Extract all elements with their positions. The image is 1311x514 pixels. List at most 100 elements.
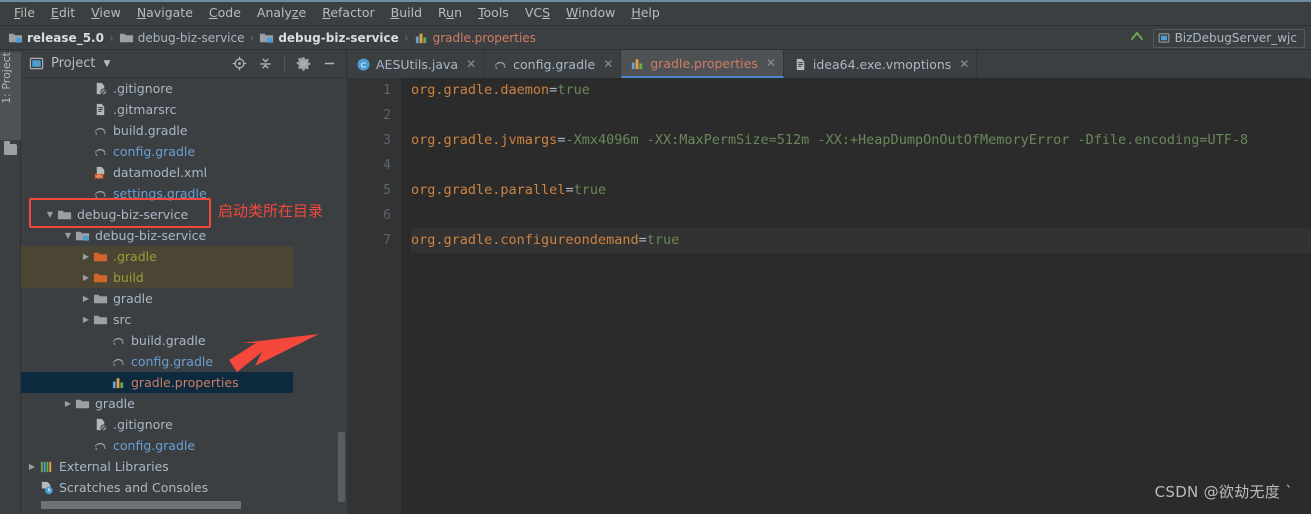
menu-item-window[interactable]: Window [558, 3, 623, 22]
close-icon[interactable]: ✕ [766, 56, 776, 70]
tree-row-label: Scratches and Consoles [59, 480, 209, 495]
menu-item-analyze[interactable]: Analyze [249, 3, 314, 22]
tree-row-label: gradle [95, 396, 135, 411]
menu-item-navigate[interactable]: Navigate [129, 3, 201, 22]
editor-tab[interactable]: config.gradle ✕ [484, 50, 622, 78]
run-configuration-selector[interactable]: BizDebugServer_wjc [1152, 28, 1305, 48]
menu-item-help[interactable]: Help [623, 3, 668, 22]
code-line[interactable] [411, 203, 1311, 228]
tree-row[interactable]: ▶ External Libraries [21, 456, 293, 477]
locate-icon[interactable] [232, 56, 247, 71]
code-line[interactable]: org.gradle.configureondemand=true [411, 228, 1311, 253]
editor-text[interactable]: org.gradle.daemon=true org.gradle.jvmarg… [401, 78, 1311, 514]
chevron-down-icon[interactable]: ▼ [43, 210, 57, 219]
chevron-down-icon[interactable]: ▼ [61, 231, 75, 240]
libraries-icon [40, 461, 52, 473]
properties-file-icon [414, 30, 429, 45]
tree-row[interactable]: ▼ debug-biz-service [21, 225, 293, 246]
editor-tab[interactable]: idea64.exe.vmoptions ✕ [784, 50, 978, 78]
tree-row[interactable]: ▶ gradle [21, 393, 293, 414]
tree-row[interactable]: gradle.properties [21, 372, 293, 393]
property-value: -Xmx4096m -XX:MaxPermSize=512m -XX:+Heap… [565, 132, 1249, 148]
breadcrumb-item-0[interactable]: release_5.0 [8, 30, 104, 45]
folder-icon[interactable] [4, 141, 17, 155]
tree-row[interactable]: Scratches and Consoles [21, 477, 293, 498]
tree-row[interactable]: .gitignore [21, 78, 293, 99]
breadcrumb-item-2[interactable]: debug-biz-service [259, 30, 399, 45]
gradle-icon [112, 337, 124, 345]
code-editor[interactable]: 1234567 org.gradle.daemon=true org.gradl… [347, 78, 1311, 514]
tree-row[interactable]: config.gradle [21, 351, 293, 372]
run-config-icon [1158, 29, 1170, 48]
tree-row[interactable]: config.gradle [21, 141, 293, 162]
menu-item-file[interactable]: File [6, 3, 43, 22]
scrollbar-thumb[interactable] [41, 501, 241, 509]
tree-row[interactable]: ▶ .gradle [21, 246, 293, 267]
breadcrumb-item-3[interactable]: gradle.properties [414, 30, 536, 45]
svg-text:<>: <> [97, 175, 102, 180]
tree-row[interactable]: ▶ src [21, 309, 293, 330]
editor-tab-label: config.gradle [513, 56, 596, 72]
close-icon[interactable]: ✕ [603, 57, 613, 71]
gradle-icon [94, 127, 106, 135]
tree-row[interactable]: ▶ gradle [21, 288, 293, 309]
menu-item-view[interactable]: View [83, 3, 129, 22]
menu-item-build[interactable]: Build [383, 3, 430, 22]
window-top-accent [0, 0, 1311, 2]
scrollbar-thumb[interactable] [338, 432, 345, 502]
property-value: true [646, 232, 680, 248]
code-line[interactable] [411, 153, 1311, 178]
property-key: org.gradle.daemon [411, 82, 550, 98]
gradle-icon [94, 442, 106, 450]
project-tree-vertical-scrollbar[interactable] [337, 78, 346, 503]
menu-item-tools[interactable]: Tools [470, 3, 517, 22]
gear-icon[interactable] [296, 56, 311, 71]
module-folder-icon [259, 30, 274, 45]
property-separator: = [638, 232, 647, 248]
idea-window: File Edit View Navigate Code Analyze Ref… [0, 0, 1311, 514]
tree-row[interactable]: <> datamodel.xml [21, 162, 293, 183]
folder-icon [93, 294, 108, 304]
code-line[interactable]: org.gradle.jvmargs=-Xmx4096m -XX:MaxPerm… [411, 128, 1311, 153]
minimize-icon[interactable] [322, 56, 337, 71]
chevron-right-icon[interactable]: ▶ [79, 273, 93, 282]
close-icon[interactable]: ✕ [466, 57, 476, 71]
chevron-right-icon[interactable]: ▶ [79, 315, 93, 324]
collapse-all-icon[interactable] [258, 56, 273, 71]
project-tree[interactable]: .gitignore .gitmarsrc build.gradle config.g… [21, 78, 293, 503]
close-icon[interactable]: ✕ [959, 57, 969, 71]
tree-row-label: datamodel.xml [113, 165, 208, 180]
tree-row[interactable]: build.gradle [21, 330, 293, 351]
menu-item-run[interactable]: Run [430, 3, 470, 22]
menu-item-vcs[interactable]: VCS [517, 3, 558, 22]
breadcrumb-item-1[interactable]: debug-biz-service [119, 30, 245, 45]
tree-row[interactable]: build.gradle [21, 120, 293, 141]
editor-tab[interactable]: gradle.properties ✕ [621, 50, 784, 78]
chevron-down-icon[interactable]: ▼ [103, 59, 110, 69]
menu-item-edit[interactable]: Edit [43, 3, 83, 22]
tree-row-label: .gitignore [113, 81, 173, 96]
menu-item-code[interactable]: Code [201, 3, 249, 22]
menu-item-refactor[interactable]: Refactor [314, 3, 382, 22]
tree-row[interactable]: .gitignore [21, 414, 293, 435]
breadcrumb-label-3: gradle.properties [432, 30, 536, 45]
tree-row-label: .gitmarsrc [113, 102, 177, 117]
tree-row-label: .gradle [113, 249, 157, 264]
collapse-arrow-icon[interactable] [1129, 28, 1145, 48]
left-tool-window-strip: 1: Project [0, 50, 21, 514]
chevron-right-icon[interactable]: ▶ [79, 252, 93, 261]
chevron-right-icon[interactable]: ▶ [25, 462, 39, 471]
code-line[interactable]: org.gradle.daemon=true [411, 78, 1311, 103]
project-tree-horizontal-scrollbar[interactable] [21, 496, 293, 514]
tree-row[interactable]: .gitmarsrc [21, 99, 293, 120]
tree-row[interactable]: config.gradle [21, 435, 293, 456]
editor-tab[interactable]: C AESUtils.java ✕ [347, 50, 485, 78]
tool-window-tab-project[interactable]: 1: Project [0, 52, 21, 140]
chevron-right-icon[interactable]: ▶ [61, 399, 75, 408]
code-line[interactable] [411, 103, 1311, 128]
code-line[interactable]: org.gradle.parallel=true [411, 178, 1311, 203]
line-number: 4 [383, 158, 391, 173]
tree-row[interactable]: ▶ build [21, 267, 293, 288]
chevron-right-icon[interactable]: ▶ [79, 294, 93, 303]
breadcrumb-separator: › [249, 30, 255, 45]
